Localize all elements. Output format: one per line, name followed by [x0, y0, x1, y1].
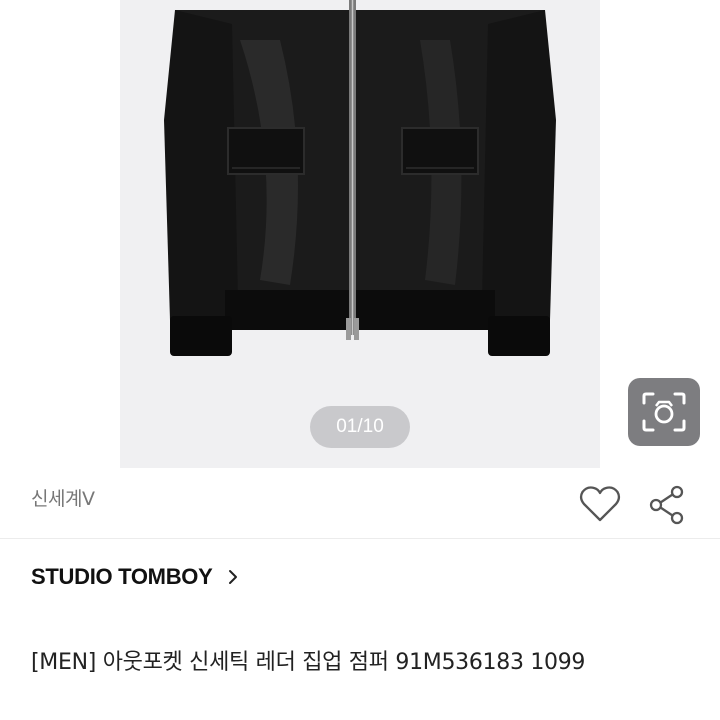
- like-button[interactable]: [578, 484, 622, 524]
- heart-icon: [579, 486, 621, 522]
- share-button[interactable]: [644, 482, 690, 528]
- brand-name: STUDIO TOMBOY: [31, 564, 213, 589]
- chevron-right-icon: [229, 570, 238, 584]
- image-search-button[interactable]: [628, 378, 700, 446]
- product-title: [MEN] 아웃포켓 신세틱 레더 집업 점퍼 91M536183 1099: [31, 650, 586, 675]
- product-image-gallery[interactable]: 01/10: [0, 0, 720, 468]
- product-image[interactable]: [120, 0, 600, 468]
- brand-link[interactable]: STUDIO TOMBOY: [31, 560, 240, 594]
- section-divider: [0, 538, 720, 539]
- share-icon: [649, 485, 684, 525]
- image-search-icon: [642, 392, 686, 432]
- image-counter: 01/10: [310, 406, 410, 448]
- seller-name[interactable]: 신세계V: [31, 484, 95, 511]
